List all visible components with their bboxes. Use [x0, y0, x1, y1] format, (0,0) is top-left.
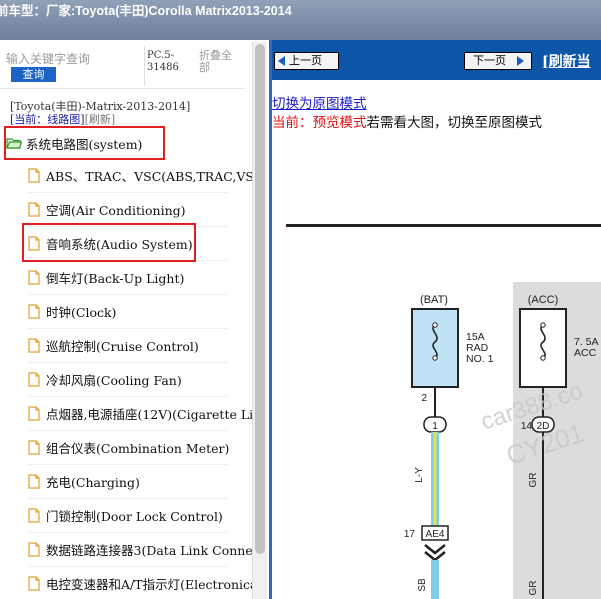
wire-l-y-stripe	[433, 432, 437, 526]
mode-suffix: 若需看大图，切换至原图模式	[366, 115, 543, 131]
current-mode-line: [当前：线路图][刷新]	[10, 111, 115, 127]
current-mode-link[interactable]: 线路图	[47, 113, 80, 126]
tree-item-label: 时钟(Clock)	[46, 304, 117, 320]
tree-item[interactable]: 充电(Charging)	[28, 464, 269, 498]
right-panel: 上一页 下一页 [刷新当 切换为原图模式 当前：预览模式若需看大图，切换至原图模…	[272, 40, 601, 599]
highlight-box-audio	[22, 223, 196, 262]
document-icon	[28, 371, 40, 387]
document-icon	[28, 269, 40, 285]
wire-label-l-y: L-Y	[414, 467, 425, 483]
wire-label-gr-2: GR	[528, 581, 539, 596]
fuse1-dot	[432, 355, 438, 361]
fuse1-box	[411, 308, 459, 388]
tree-item-label: 空调(Air Conditioning)	[46, 202, 186, 218]
tree-item-label: 电控变速器和A/T指示灯(Electronica	[46, 576, 258, 592]
document-icon	[28, 541, 40, 557]
tree-root-label: 系统电路图(system)	[26, 136, 143, 152]
tree-item-label: 组合仪表(Combination Meter)	[46, 440, 230, 456]
wiring-diagram[interactable]: (BAT) 15A RAD NO. 1 2 1 L-Y AE4 17 SB (A…	[272, 140, 601, 599]
ae4-number: 17	[404, 529, 416, 540]
tree-item-label: 数据链路连接器3(Data Link Connec	[46, 542, 260, 558]
pin1-connector-label: 1	[432, 421, 438, 432]
connector-chevron	[424, 544, 446, 562]
document-icon	[28, 575, 40, 591]
document-icon	[28, 405, 40, 421]
tree-item-label: 巡航控制(Cruise Control)	[46, 338, 199, 354]
divider	[144, 46, 145, 86]
divider	[0, 88, 245, 89]
tree-item[interactable]: 组合仪表(Combination Meter)	[28, 430, 269, 464]
fuse2-name: ACC	[574, 347, 597, 359]
fuse2-dot	[540, 322, 546, 328]
folder-open-icon	[6, 138, 22, 149]
tree-item-label: ABS、TRAC、VSC(ABS,TRAC,VSC	[46, 168, 264, 184]
tree-item[interactable]: 时钟(Clock)	[28, 294, 269, 328]
bat-label: (BAT)	[420, 294, 448, 306]
tree-item-label: 冷却风扇(Cooling Fan)	[46, 372, 182, 388]
arrow-right-icon	[517, 56, 524, 66]
fuse1-name2: NO. 1	[466, 353, 494, 365]
wire-sb	[431, 560, 439, 599]
prev-page-button[interactable]: 上一页	[274, 52, 339, 70]
search-area: 查询 PC.5-31486 折叠全部	[0, 40, 269, 96]
title-bar: 前车型：厂家:Toyota(丰田)Corolla Matrix2013-2014	[0, 0, 601, 40]
tree-item-label: 点烟器,电源插座(12V)(Cigarette Lig	[46, 406, 262, 422]
tree-item[interactable]: 点烟器,电源插座(12V)(Cigarette Lig	[28, 396, 269, 430]
wire-label-gr: GR	[528, 473, 539, 488]
next-page-button[interactable]: 下一页	[464, 52, 532, 70]
diagram-top-line	[286, 224, 601, 227]
document-icon	[28, 201, 40, 217]
tree-item[interactable]: 冷却风扇(Cooling Fan)	[28, 362, 269, 396]
acc-label: (ACC)	[528, 294, 559, 306]
tree-item-label: 充电(Charging)	[46, 474, 140, 490]
next-page-label: 下一页	[473, 54, 506, 67]
switch-original-mode-link[interactable]: 切换为原图模式	[272, 92, 367, 112]
collapse-all-button[interactable]: 折叠全部	[199, 50, 241, 74]
document-icon	[28, 337, 40, 353]
window-title: 前车型：厂家:Toyota(丰田)Corolla Matrix2013-2014	[0, 4, 292, 18]
fuse2-dot	[540, 355, 546, 361]
tree-root-system[interactable]: 系统电路图(system)	[6, 129, 142, 157]
tree-item[interactable]: 数据链路连接器3(Data Link Connec	[28, 532, 269, 566]
tree-item[interactable]: 空调(Air Conditioning)	[28, 192, 269, 226]
document-icon	[28, 167, 40, 183]
tree-item-label: 倒车灯(Back-Up Light)	[46, 270, 185, 286]
tree-item[interactable]: 电控变速器和A/T指示灯(Electronica	[28, 566, 269, 599]
search-input[interactable]	[6, 50, 138, 68]
tree-item-label: 门锁控制(Door Lock Control)	[46, 508, 223, 524]
search-button[interactable]: 查询	[11, 67, 56, 82]
refresh-link[interactable]: [刷新]	[85, 113, 116, 126]
tree-item[interactable]: 巡航控制(Cruise Control)	[28, 328, 269, 362]
mode-line: 当前：预览模式若需看大图，切换至原图模式	[272, 111, 542, 131]
document-icon	[28, 303, 40, 319]
nav-bar: 上一页 下一页 [刷新当	[272, 40, 601, 80]
pc-label: PC.5-31486	[147, 50, 179, 73]
left-scrollbar-thumb[interactable]	[255, 44, 265, 554]
ae4-label: AE4	[426, 529, 445, 540]
prev-page-label: 上一页	[289, 54, 322, 67]
left-panel: 查询 PC.5-31486 折叠全部 [Toyota(丰田)-Matrix-20…	[0, 40, 269, 599]
document-icon	[28, 507, 40, 523]
tree-item[interactable]: 倒车灯(Back-Up Light)	[28, 260, 269, 294]
mode-prefix: 当前：预览模式	[272, 115, 367, 131]
document-icon	[28, 473, 40, 489]
fuse1-dot	[432, 322, 438, 328]
arrow-left-icon	[278, 56, 285, 66]
tree-item[interactable]: 门锁控制(Door Lock Control)	[28, 498, 269, 532]
pin1-number: 2	[421, 393, 427, 404]
fuse2-box	[519, 308, 567, 388]
tree-item[interactable]: ABS、TRAC、VSC(ABS,TRAC,VSC	[28, 158, 269, 192]
document-icon	[28, 439, 40, 455]
refresh-current-link[interactable]: [刷新当	[542, 51, 591, 71]
current-prefix: [当前：	[10, 113, 48, 126]
wire-label-sb: SB	[417, 578, 428, 592]
